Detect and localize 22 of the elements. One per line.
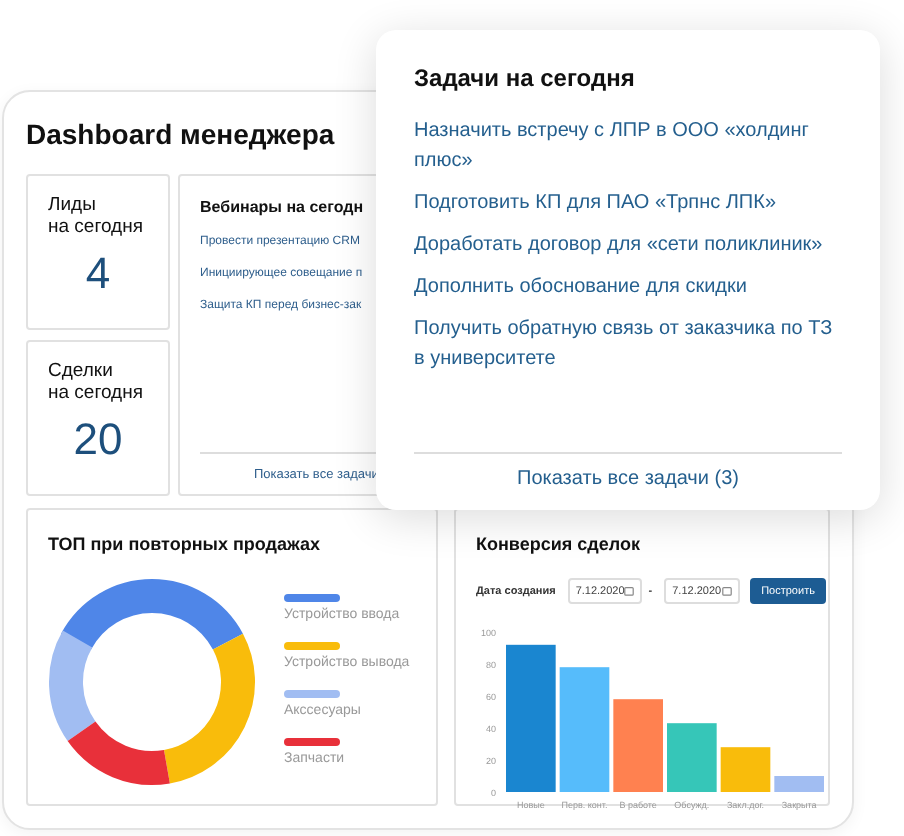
stat-value: 20 xyxy=(71,413,125,466)
calendar-icon xyxy=(624,586,635,596)
bar xyxy=(720,747,771,792)
popup-title: Задачи на сегодня xyxy=(414,64,637,92)
task-link[interactable]: Подготовить КП для ПАО «Трпнс ЛПК» xyxy=(414,188,842,218)
task-link[interactable]: Получить обратную связь от заказчика по ТЗ в университете xyxy=(414,314,842,374)
stat-label: Лиды на сегодня xyxy=(48,196,145,240)
card-title: Конверсия сделок xyxy=(476,534,642,554)
task-link[interactable]: Доработать договор для «сети поликлиник» xyxy=(414,230,842,260)
show-all-tasks-link[interactable]: Показать все задачи (3) xyxy=(414,452,842,490)
card-title: Вебинары на сегодн xyxy=(200,198,364,216)
bar xyxy=(559,667,610,792)
dashboard-title: Dashboard менеджера xyxy=(26,118,335,150)
bar xyxy=(667,723,717,792)
bar xyxy=(613,699,663,792)
task-link[interactable]: Назначить встречу с ЛПР в ООО «холдинг плюс» xyxy=(414,116,842,176)
card-title: ТОП при повторных продажах xyxy=(48,534,323,554)
calendar-icon xyxy=(721,586,732,596)
bar xyxy=(774,776,824,792)
stat-label: Сделки на сегодня xyxy=(48,362,145,406)
stat-value: 4 xyxy=(83,247,113,300)
task-link[interactable]: Дополнить обоснование для скидки xyxy=(414,272,842,302)
